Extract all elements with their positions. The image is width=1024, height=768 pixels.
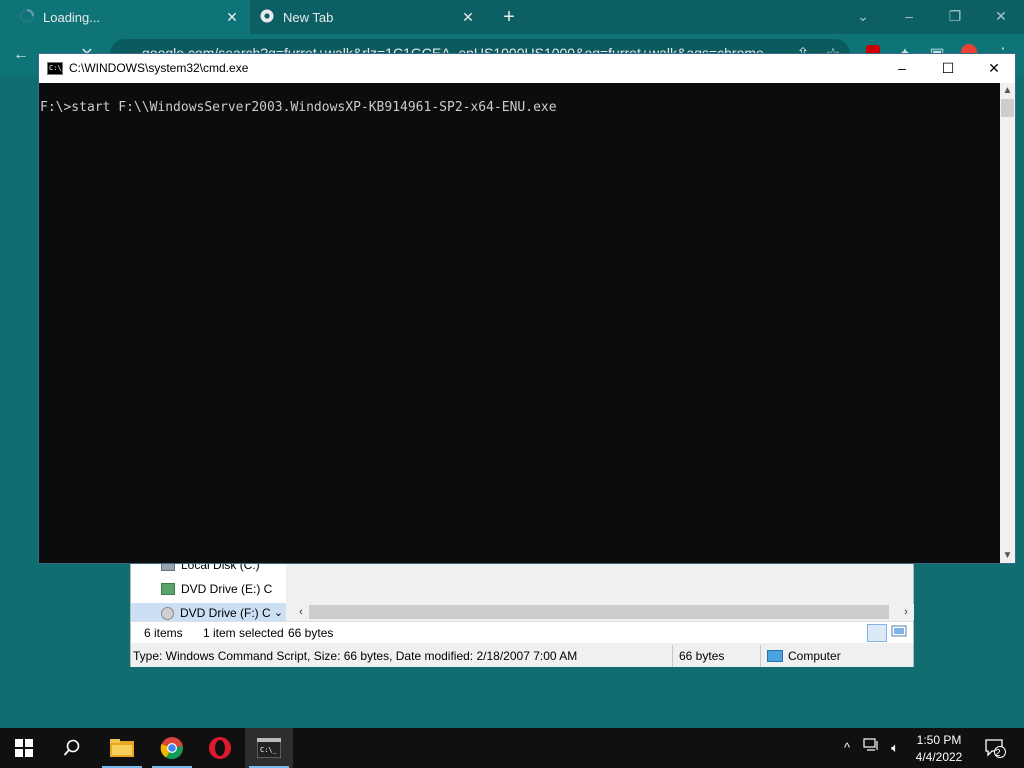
browser-restore-icon[interactable]: ❐: [942, 6, 968, 26]
cmd-window: C:\_ C:\WINDOWS\system32\cmd.exe – ☐ ✕ F…: [38, 53, 1016, 564]
dvd-drive-icon: [161, 583, 175, 595]
tab-label: New Tab: [283, 9, 334, 25]
cmd-app-icon: C:\_: [47, 62, 66, 75]
tab-label: Loading...: [43, 9, 101, 25]
taskbar: C:\_ ^ 🔈︎ 1:50 PM 4/4/2022 2: [0, 728, 1024, 768]
loading-spinner-icon: [20, 8, 34, 26]
browser-close-icon[interactable]: ✕: [988, 6, 1014, 26]
tab-close-icon[interactable]: ✕: [460, 9, 476, 25]
tab-loading[interactable]: Loading... ✕: [0, 0, 250, 34]
back-arrow-icon[interactable]: ←: [10, 44, 32, 66]
scroll-right-icon[interactable]: ›: [898, 604, 914, 620]
cmd-titlebar[interactable]: C:\_ C:\WINDOWS\system32\cmd.exe – ☐ ✕: [39, 54, 1015, 83]
minimize-button[interactable]: –: [879, 54, 925, 83]
details-location: Computer: [767, 645, 907, 667]
chrome-icon: [260, 9, 274, 26]
scrollbar-thumb[interactable]: [1001, 99, 1014, 117]
console-scrollbar[interactable]: ▲ ▼: [1000, 83, 1015, 563]
scroll-up-icon[interactable]: ▲: [1000, 83, 1015, 98]
status-bar: 6 items 1 item selected 66 bytes: [131, 621, 913, 643]
console-line: F:\>start F:\\WindowsServer2003.WindowsX…: [40, 100, 557, 115]
tree-item-label: DVD Drive (E:) C: [181, 582, 273, 596]
new-tab-plus-icon[interactable]: +: [498, 7, 520, 29]
details-view-icon[interactable]: [867, 624, 887, 642]
tab-search-chevron-icon[interactable]: ⌄: [850, 6, 876, 26]
clock-date[interactable]: 4/4/2022: [913, 750, 965, 764]
browser-minimize-icon[interactable]: –: [896, 6, 922, 26]
console-output[interactable]: F:\>start F:\\WindowsServer2003.WindowsX…: [39, 83, 1000, 563]
details-text: Type: Windows Command Script, Size: 66 b…: [133, 645, 673, 667]
search-icon[interactable]: [48, 728, 96, 768]
tab-close-icon[interactable]: ✕: [224, 9, 240, 25]
start-windows-icon[interactable]: [0, 728, 48, 768]
clock-time[interactable]: 1:50 PM: [913, 733, 965, 747]
file-explorer-folder-icon[interactable]: [98, 728, 146, 768]
details-size: 66 bytes: [679, 645, 761, 667]
maximize-button[interactable]: ☐: [925, 54, 971, 83]
tab-new-tab[interactable]: New Tab ✕: [250, 0, 486, 34]
scroll-down-icon[interactable]: ▼: [1000, 548, 1015, 563]
network-icon[interactable]: [862, 738, 880, 758]
details-bar: Type: Windows Command Script, Size: 66 b…: [131, 645, 913, 667]
cmd-taskbar-icon[interactable]: C:\_: [245, 728, 293, 768]
horizontal-scrollbar[interactable]: ‹ ›: [293, 604, 914, 620]
scrollbar-thumb[interactable]: [309, 605, 889, 619]
show-hidden-icons-chevron-icon[interactable]: ^: [838, 738, 856, 758]
volume-icon[interactable]: 🔈︎: [886, 738, 904, 758]
tree-item-dvd-e[interactable]: DVD Drive (E:) C: [161, 579, 272, 599]
large-icons-view-icon[interactable]: [891, 624, 909, 642]
chrome-taskbar-icon[interactable]: [148, 728, 196, 768]
window-title: C:\WINDOWS\system32\cmd.exe: [69, 61, 249, 75]
tree-item-label: DVD Drive (F:) C: [180, 606, 271, 620]
scroll-left-icon[interactable]: ‹: [293, 604, 309, 620]
notification-center-icon[interactable]: 2: [982, 738, 1008, 759]
status-item-count: 6 items: [144, 626, 183, 640]
status-selected: 1 item selected: [203, 626, 284, 640]
opera-icon[interactable]: [196, 728, 244, 768]
computer-icon: [767, 650, 783, 662]
svg-text:C:\_: C:\_: [260, 746, 278, 754]
tree-scroll-down-icon[interactable]: ⌄: [271, 605, 286, 621]
status-size: 66 bytes: [288, 626, 334, 640]
notification-count-badge: 2: [995, 748, 1001, 759]
details-location-label: Computer: [788, 649, 841, 663]
tree-item-dvd-f[interactable]: DVD Drive (F:) C: [131, 603, 286, 623]
dvd-disc-icon: [161, 606, 174, 620]
close-button[interactable]: ✕: [971, 54, 1017, 83]
